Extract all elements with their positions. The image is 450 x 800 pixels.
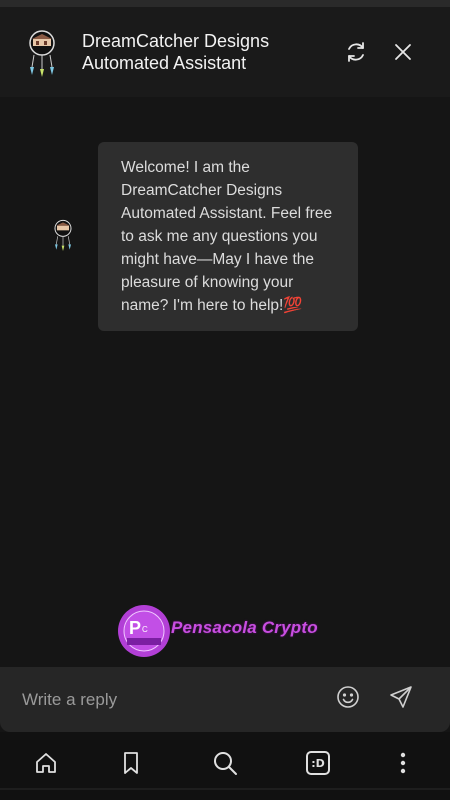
- bookmark-icon: [124, 752, 138, 774]
- nav-divider: [0, 788, 450, 790]
- nav-bookmark-button[interactable]: [116, 748, 146, 778]
- close-button[interactable]: [389, 38, 417, 66]
- bot-avatar: [50, 219, 76, 251]
- refresh-button[interactable]: [342, 38, 370, 66]
- pensacola-crypto-logo: P C: [117, 604, 171, 658]
- send-icon: [390, 686, 412, 708]
- home-icon: [36, 753, 56, 773]
- status-strip: [0, 0, 450, 7]
- nav-tabs-button[interactable]: :D: [303, 748, 333, 778]
- search-icon: [214, 752, 237, 775]
- svg-text:C: C: [142, 625, 148, 634]
- more-vertical-icon: [400, 752, 406, 774]
- smiley-icon: [337, 686, 359, 708]
- brand-footer[interactable]: P C Pensacola Crypto: [117, 604, 327, 658]
- send-button[interactable]: [389, 685, 415, 711]
- brand-name: Pensacola Crypto: [171, 618, 318, 637]
- chat-header: DreamCatcher Designs Automated Assistant: [0, 7, 450, 97]
- bot-message-bubble: Welcome! I am the DreamCatcher Designs A…: [98, 142, 358, 331]
- tabs-icon: :D: [306, 751, 330, 775]
- dreamcatcher-logo-icon: [24, 29, 60, 77]
- svg-text:P: P: [129, 618, 141, 638]
- nav-more-button[interactable]: [388, 748, 418, 778]
- close-icon: [395, 44, 411, 60]
- reply-composer: [0, 667, 450, 732]
- chat-title-line2: Automated Assistant: [82, 53, 247, 73]
- nav-home-button[interactable]: [31, 748, 61, 778]
- chat-title-line1: DreamCatcher Designs: [82, 31, 270, 51]
- refresh-icon: [348, 42, 364, 62]
- nav-search-button[interactable]: [210, 748, 240, 778]
- reply-input[interactable]: [22, 687, 312, 713]
- chat-area: Welcome! I am the DreamCatcher Designs A…: [0, 97, 450, 667]
- chat-title: DreamCatcher Designs Automated Assistant: [82, 30, 322, 74]
- emoji-button[interactable]: [336, 685, 362, 711]
